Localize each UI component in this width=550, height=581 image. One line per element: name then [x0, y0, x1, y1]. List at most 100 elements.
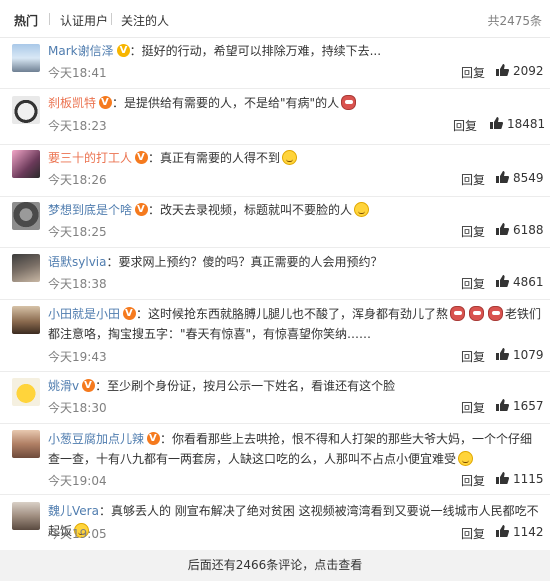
- avatar[interactable]: [12, 96, 40, 124]
- comment-text: 挺好的行动，希望可以排除万难，持续下去...: [141, 44, 382, 58]
- avatar[interactable]: [12, 202, 40, 230]
- username[interactable]: 语默sylvia: [48, 255, 106, 269]
- thumb-up-icon: [496, 348, 509, 360]
- thumb-up-icon: [490, 117, 503, 129]
- avatar[interactable]: [12, 430, 40, 458]
- emoji-icon: [282, 150, 298, 165]
- comment-body: 要三十的打工人：真正有需要的人得不到: [48, 148, 542, 168]
- reply-button[interactable]: 回复: [461, 171, 485, 188]
- emoji-icon: [458, 451, 474, 466]
- tab-following[interactable]: 关注的人: [121, 12, 169, 29]
- avatar[interactable]: [12, 378, 40, 406]
- username[interactable]: 小葱豆腐加点儿辣: [48, 432, 144, 446]
- tab-divider: [49, 13, 50, 25]
- verified-badge-icon: [123, 304, 137, 324]
- comment-body: 刹板凯特：是提供给有需要的人，不是给"有病"的人: [48, 93, 542, 113]
- avatar[interactable]: [12, 44, 40, 72]
- timestamp: 今天18:25: [48, 225, 107, 239]
- like-button[interactable]: 1142: [496, 525, 544, 539]
- comment-item: 魏儿Vera：真够丢人的 刚宣布解决了绝对贫困 这视频被湾湾看到又要说一线城市人…: [0, 495, 550, 550]
- reply-button[interactable]: 回复: [453, 117, 477, 134]
- like-button[interactable]: 2092: [496, 64, 544, 78]
- thumb-up-icon: [496, 525, 509, 537]
- thumb-up-icon: [496, 171, 509, 183]
- reply-button[interactable]: 回复: [461, 399, 485, 416]
- like-button[interactable]: 1115: [496, 472, 544, 486]
- comment-body: 梦想到底是个啥：改天去录视频，标题就叫不要脸的人: [48, 200, 542, 220]
- verified-badge-icon: [135, 200, 149, 220]
- username[interactable]: 魏儿Vera: [48, 504, 99, 518]
- like-count: 1079: [513, 348, 544, 362]
- emoji-icon: [469, 306, 485, 321]
- comment-item: 姚滑v：至少刷个身份证，按月公示一下姓名，看谁还有这个脸 今天18:30 回复 …: [0, 372, 550, 424]
- avatar[interactable]: [12, 502, 40, 530]
- tab-hot[interactable]: 热门: [14, 12, 38, 29]
- timestamp: 今天18:23: [48, 119, 107, 133]
- comment-text: 改天去录视频，标题就叫不要脸的人: [160, 203, 353, 217]
- comment-item: 梦想到底是个啥：改天去录视频，标题就叫不要脸的人 今天18:25 回复 6188: [0, 197, 550, 248]
- emoji-icon: [450, 306, 466, 321]
- comment-text: 真正有需要的人得不到: [160, 151, 281, 165]
- comment-text: 是提供给有需要的人，不是给"有病"的人: [124, 96, 340, 110]
- timestamp: 今天18:30: [48, 401, 107, 415]
- thumb-up-icon: [496, 275, 509, 287]
- username[interactable]: 要三十的打工人: [48, 151, 132, 165]
- comment-body: 小葱豆腐加点儿辣：你看看那些上去哄抢，恨不得和人打架的那些大爷大妈，一个个仔细查…: [48, 429, 542, 469]
- timestamp: 今天19:04: [48, 474, 107, 488]
- timestamp: 今天18:41: [48, 66, 107, 80]
- verified-badge-icon: [116, 41, 130, 61]
- username[interactable]: 刹板凯特: [48, 96, 96, 110]
- reply-button[interactable]: 回复: [461, 348, 485, 365]
- avatar[interactable]: [12, 306, 40, 334]
- emoji-icon: [488, 306, 504, 321]
- like-count: 4861: [513, 275, 544, 289]
- timestamp: 今天18:26: [48, 173, 107, 187]
- comment-item: 语默sylvia：要求网上预约？傻的吗？真正需要的人会用预约？ 今天18:38 …: [0, 248, 550, 300]
- reply-button[interactable]: 回复: [461, 472, 485, 489]
- comment-tabs: 热门 认证用户 关注的人 共2475条: [0, 0, 550, 38]
- avatar[interactable]: [12, 254, 40, 282]
- like-button[interactable]: 18481: [490, 117, 545, 131]
- verified-badge-icon: [147, 429, 161, 449]
- avatar[interactable]: [12, 150, 40, 178]
- tab-divider: [111, 13, 112, 25]
- like-count: 2092: [513, 64, 544, 78]
- reply-button[interactable]: 回复: [461, 525, 485, 542]
- verified-badge-icon: [135, 148, 149, 168]
- emoji-icon: [354, 202, 370, 217]
- reply-button[interactable]: 回复: [461, 64, 485, 81]
- comment-item: 小田就是小田：这时候抢东西就胳膊儿腿儿也不酸了，浑身都有劲儿了熬老铁们都注意咯，…: [0, 300, 550, 372]
- reply-button[interactable]: 回复: [461, 223, 485, 240]
- emoji-icon: [341, 95, 357, 110]
- username[interactable]: 小田就是小田: [48, 307, 120, 321]
- timestamp: 今天19:43: [48, 350, 107, 364]
- like-button[interactable]: 8549: [496, 171, 544, 185]
- verified-badge-icon: [99, 93, 113, 113]
- reply-button[interactable]: 回复: [461, 275, 485, 292]
- thumb-up-icon: [496, 472, 509, 484]
- timestamp: 今天19:05: [48, 527, 107, 541]
- like-count: 1142: [513, 525, 544, 539]
- like-count: 8549: [513, 171, 544, 185]
- comment-body: Mark谢信泽：挺好的行动，希望可以排除万难，持续下去...: [48, 41, 542, 61]
- comment-body: 小田就是小田：这时候抢东西就胳膊儿腿儿也不酸了，浑身都有劲儿了熬老铁们都注意咯，…: [48, 304, 542, 344]
- load-more-comments-button[interactable]: 后面还有2466条评论，点击查看: [0, 550, 550, 581]
- username[interactable]: 姚滑v: [48, 379, 79, 393]
- like-count: 18481: [507, 117, 546, 131]
- comment-text: 至少刷个身份证，按月公示一下姓名，看谁还有这个脸: [107, 379, 396, 393]
- like-button[interactable]: 4861: [496, 275, 544, 289]
- like-count: 1115: [513, 472, 544, 486]
- like-button[interactable]: 1657: [496, 399, 544, 413]
- tab-verified-users[interactable]: 认证用户: [60, 12, 108, 29]
- like-count: 1657: [513, 399, 544, 413]
- like-count: 6188: [513, 223, 544, 237]
- username[interactable]: 梦想到底是个啥: [48, 203, 132, 217]
- comment-body: 语默sylvia：要求网上预约？傻的吗？真正需要的人会用预约？: [48, 255, 383, 269]
- comment-text: 这时候抢东西就胳膊儿腿儿也不酸了，浑身都有劲儿了熬: [148, 307, 449, 321]
- comment-body: 姚滑v：至少刷个身份证，按月公示一下姓名，看谁还有这个脸: [48, 376, 542, 396]
- comment-item: Mark谢信泽：挺好的行动，希望可以排除万难，持续下去... 今天18:41 回…: [0, 38, 550, 89]
- username[interactable]: Mark谢信泽: [48, 44, 114, 58]
- like-button[interactable]: 1079: [496, 348, 544, 362]
- like-button[interactable]: 6188: [496, 223, 544, 237]
- timestamp: 今天18:38: [48, 277, 107, 291]
